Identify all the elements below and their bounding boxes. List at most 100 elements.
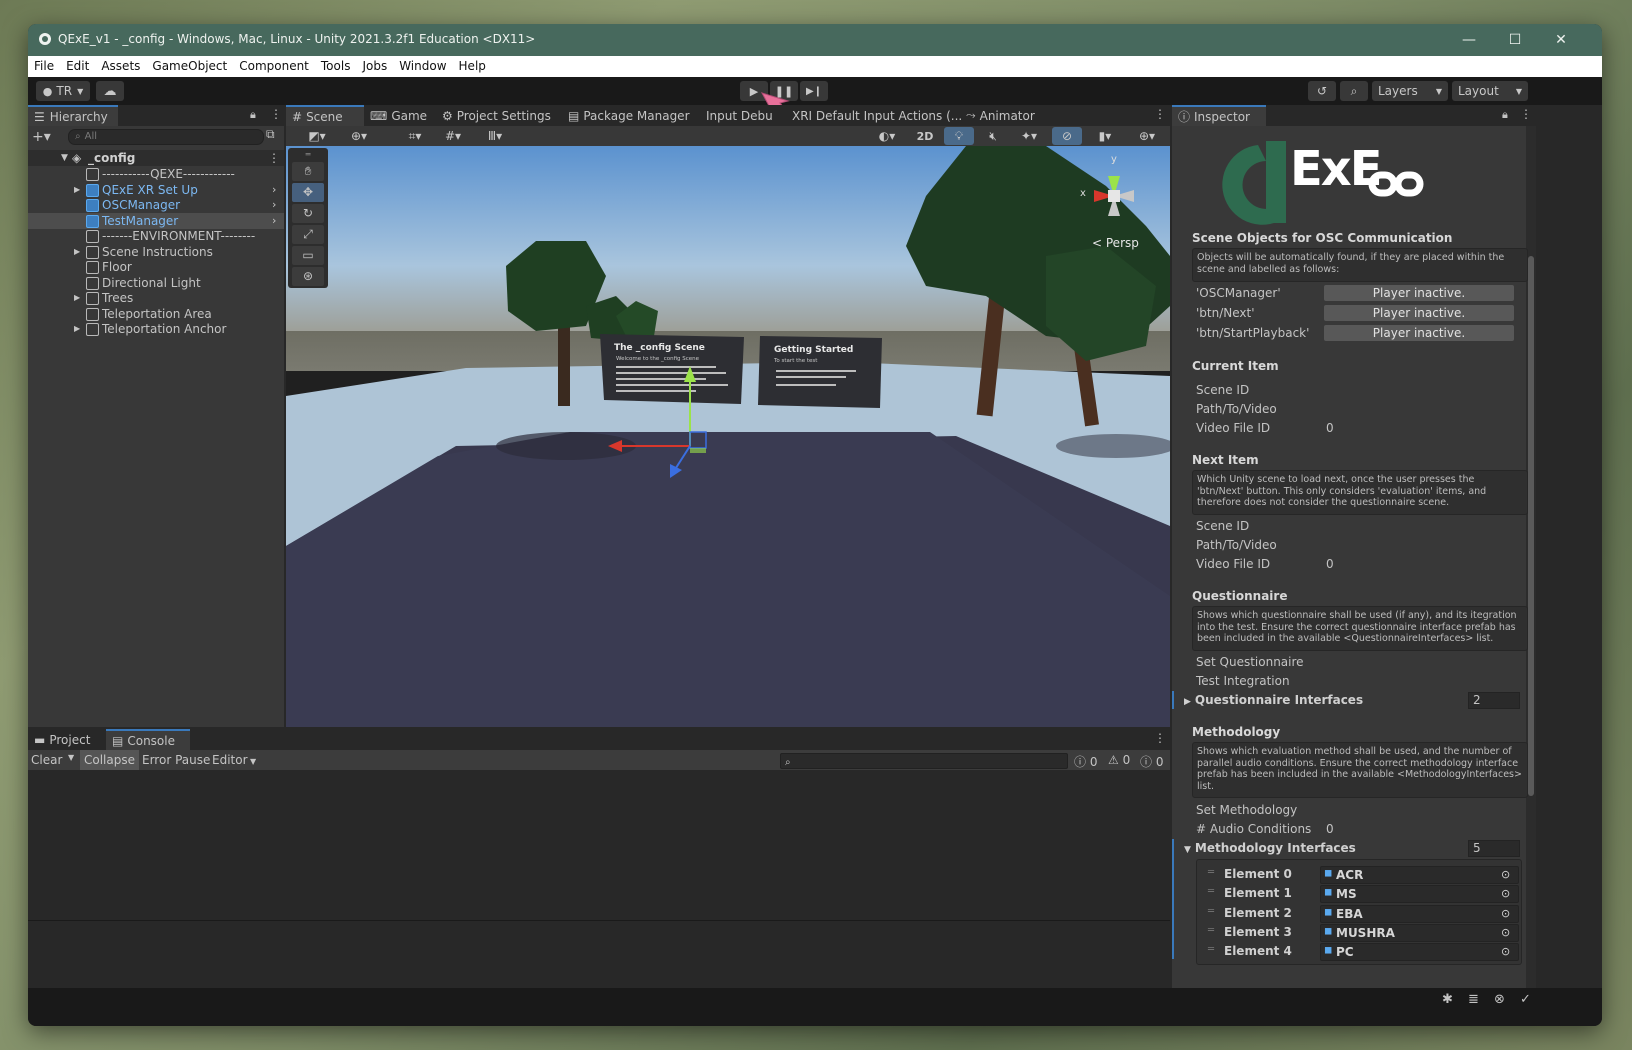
hierarchy-item[interactable]: OSCManager › [28, 197, 284, 213]
tab-project-settings[interactable]: ⚙ Project Settings [436, 105, 557, 126]
hierarchy-item[interactable]: TestManager › [28, 212, 284, 229]
history-button[interactable]: ↺ [1308, 81, 1336, 101]
global-dropdown[interactable]: ⊕▾ [342, 127, 376, 145]
collapse-button[interactable]: Collapse [80, 750, 139, 770]
grid-snap-toggle[interactable]: #▾ [436, 127, 470, 145]
open-prefab-icon[interactable]: › [272, 213, 276, 229]
lock-icon[interactable]: 🔒︎ [1502, 108, 1508, 122]
layers-dropdown[interactable]: Layers ▼ [1372, 81, 1448, 101]
menu-jobs[interactable]: Jobs [356, 56, 393, 73]
object-picker-icon[interactable]: ⊙ [1501, 887, 1510, 900]
open-prefab-icon[interactable]: › [272, 197, 276, 213]
transform-tool-button[interactable]: ⊛ [292, 267, 324, 286]
methodology-element-row[interactable]: ═ Element 1 ◼ MS ⊙ [1202, 884, 1520, 904]
add-object-button[interactable]: +▾ [32, 129, 58, 145]
drag-handle-icon[interactable]: ═ [1208, 886, 1214, 897]
hierarchy-item[interactable]: ▶ Trees [28, 290, 284, 306]
more-options-icon[interactable]: ⋮ [1154, 731, 1166, 745]
tab-animator[interactable]: ⤳ Animator [960, 105, 1041, 126]
minimize-button[interactable]: — [1446, 24, 1492, 56]
cloud-button[interactable]: ☁ [96, 81, 124, 101]
camera-dropdown[interactable]: ▮▾ [1086, 127, 1124, 145]
tab-hierarchy[interactable]: ☰ Hierarchy [28, 105, 118, 126]
account-dropdown[interactable]: ● TR ▼ [36, 81, 90, 101]
expand-arrow-icon[interactable]: ▶ [74, 321, 80, 337]
tab-scene[interactable]: # Scene [286, 105, 364, 126]
lock-icon[interactable]: 🔒︎ [250, 108, 256, 122]
drag-handle[interactable]: ═ [292, 150, 324, 159]
rect-tool-button[interactable]: ▭ [292, 246, 324, 265]
hierarchy-item[interactable]: Floor [28, 259, 284, 275]
element-object-field[interactable]: ◼ MUSHRA ⊙ [1320, 923, 1519, 942]
scene-row[interactable]: ▼ ◈ _config ⋮ [28, 150, 284, 166]
stack-icon[interactable]: ≣ [1468, 992, 1479, 1007]
tab-xri-input-actions[interactable]: XRI Default Input Actions (... [786, 105, 968, 126]
menu-window[interactable]: Window [393, 56, 452, 73]
drag-handle-icon[interactable]: ═ [1208, 925, 1214, 936]
clear-options-icon[interactable]: ▼ [68, 753, 74, 762]
more-options-icon[interactable]: ⋮ [1520, 107, 1532, 121]
methodology-element-row[interactable]: ═ Element 4 ◼ PC ⊙ [1202, 942, 1520, 962]
error-pause-button[interactable]: Error Pause [142, 753, 210, 767]
expand-arrow-icon[interactable]: ▶ [74, 244, 80, 260]
object-picker-icon[interactable]: ⊙ [1501, 945, 1510, 958]
element-object-field[interactable]: ◼ PC ⊙ [1320, 943, 1519, 962]
audio-toggle[interactable]: 🔇︎ [978, 127, 1008, 145]
scrollbar-thumb[interactable] [1528, 256, 1534, 796]
menu-component[interactable]: Component [233, 56, 315, 73]
tab-input-debug[interactable]: Input Debu [700, 105, 779, 126]
warning-count[interactable]: ⚠ 0 [1108, 753, 1130, 767]
methodology-element-row[interactable]: ═ Element 2 ◼ EBA ⊙ [1202, 904, 1520, 923]
step-button[interactable]: ▶❙ [800, 81, 828, 101]
increment-snap-toggle[interactable]: Ⅲ▾ [476, 127, 514, 145]
toggle-2d-button[interactable]: 2D [910, 127, 940, 145]
gizmos-dropdown[interactable]: ⊕▾ [1128, 127, 1166, 145]
hierarchy-item[interactable]: ▶ QExE XR Set Up › [28, 182, 284, 198]
questionnaire-interfaces-foldout[interactable]: ▶ Questionnaire Interfaces [1184, 693, 1363, 707]
hierarchy-item[interactable]: Directional Light [28, 275, 284, 291]
more-options-icon[interactable]: ⋮ [268, 150, 280, 166]
draw-mode-dropdown[interactable]: ◩▾ [300, 127, 334, 145]
error-count[interactable]: ⓘ 0 [1140, 753, 1163, 770]
rotate-tool-button[interactable]: ↻ [292, 204, 324, 223]
element-object-field[interactable]: ◼ MS ⊙ [1320, 885, 1519, 904]
object-picker-icon[interactable]: ⊙ [1501, 926, 1510, 939]
methodology-element-row[interactable]: ═ Element 3 ◼ MUSHRA ⊙ [1202, 923, 1520, 942]
bug-icon[interactable]: ✱ [1442, 992, 1453, 1007]
hidden-objects-toggle[interactable]: ⊘ [1052, 127, 1082, 145]
object-picker-icon[interactable]: ⊙ [1501, 868, 1510, 881]
check-icon[interactable]: ✓ [1520, 992, 1531, 1007]
perspective-label[interactable]: < Persp [1092, 236, 1139, 250]
scene-search-icon[interactable]: ⧉ [266, 127, 275, 142]
expand-arrow-icon[interactable]: ▶ [74, 290, 80, 306]
lighting-toggle[interactable]: 💡︎ [944, 127, 974, 145]
layout-dropdown[interactable]: Layout ▼ [1452, 81, 1528, 101]
more-options-icon[interactable]: ⋮ [270, 107, 282, 121]
search-button[interactable]: ⌕ [1340, 81, 1368, 101]
object-picker-icon[interactable]: ⊙ [1501, 907, 1510, 920]
menu-edit[interactable]: Edit [60, 56, 95, 73]
audio-conditions-value[interactable]: 0 [1326, 822, 1334, 836]
move-tool-button[interactable]: ✥ [292, 183, 324, 202]
tab-game[interactable]: ⌨ Game [364, 105, 433, 126]
scale-tool-button[interactable]: ⤢ [292, 225, 324, 244]
debug-off-icon[interactable]: ⊗ [1494, 992, 1505, 1007]
shading-dropdown[interactable]: ◐▾ [870, 127, 904, 145]
tab-package-manager[interactable]: ▤ Package Manager [562, 105, 696, 126]
hierarchy-item[interactable]: -------ENVIRONMENT-------- [28, 228, 284, 244]
editor-dropdown[interactable]: Editor ▼ [212, 753, 256, 767]
effects-dropdown[interactable]: ✦▾ [1012, 127, 1046, 145]
methodology-interfaces-foldout[interactable]: ▼ Methodology Interfaces [1184, 841, 1356, 855]
scene-viewport[interactable]: The _config Scene Getting Started Welcom… [286, 146, 1170, 727]
clear-button[interactable]: Clear [31, 753, 62, 767]
menu-assets[interactable]: Assets [95, 56, 146, 73]
tab-inspector[interactable]: ⓘ Inspector [1172, 105, 1266, 126]
menu-file[interactable]: File [28, 56, 60, 73]
methodology-interfaces-count[interactable]: 5 [1468, 840, 1520, 857]
drag-handle-icon[interactable]: ═ [1208, 906, 1214, 917]
maximize-button[interactable]: ☐ [1492, 24, 1538, 56]
menu-gameobject[interactable]: GameObject [146, 56, 233, 73]
hierarchy-item[interactable]: Teleportation Area [28, 306, 284, 322]
menu-tools[interactable]: Tools [315, 56, 357, 73]
tab-project[interactable]: ▬ Project [28, 729, 96, 750]
